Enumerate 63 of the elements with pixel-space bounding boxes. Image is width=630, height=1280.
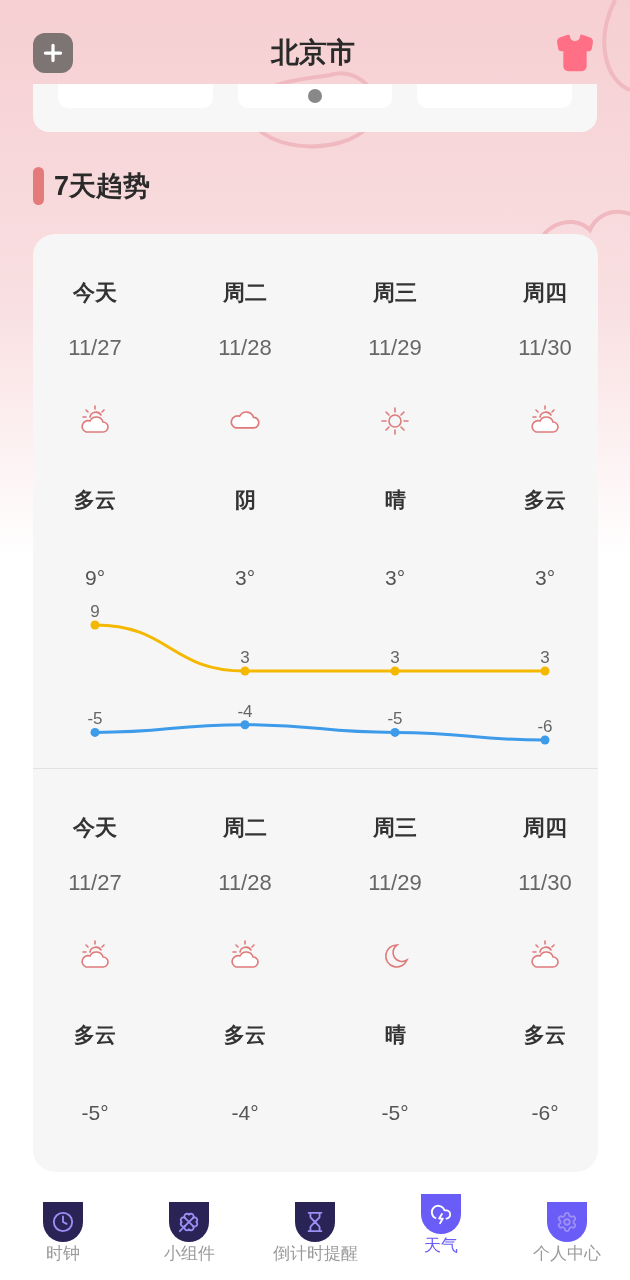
date: 11/27 <box>68 334 122 362</box>
temperature: 3° <box>384 565 406 591</box>
date: 11/30 <box>518 869 572 897</box>
weather-condition: 多云 <box>524 487 566 513</box>
cloud-lightning-icon <box>430 1203 452 1225</box>
nav-tab[interactable]: 个人中心 <box>504 1194 630 1264</box>
weather-condition: 多云 <box>524 1022 566 1048</box>
day-name: 今天 <box>73 279 117 307</box>
date: 11/30 <box>518 334 572 362</box>
section-title: 7天趋势 <box>54 169 151 203</box>
data-point <box>540 666 550 676</box>
temperature: -4° <box>231 1100 259 1126</box>
day-name: 今天 <box>73 814 117 842</box>
weather-condition: 多云 <box>74 487 116 513</box>
data-point <box>390 727 400 737</box>
data-point <box>390 666 400 676</box>
data-point <box>90 620 100 630</box>
temperature: -5° <box>381 1100 409 1126</box>
data-label: -5 <box>387 709 403 729</box>
clock-icon <box>52 1211 74 1233</box>
data-label: -5 <box>87 709 103 729</box>
data-label: 9 <box>90 602 100 621</box>
temperature: -6° <box>531 1100 559 1126</box>
temperature: 9° <box>84 565 106 591</box>
settings-icon <box>556 1211 578 1233</box>
nav-tab[interactable]: 时钟 <box>0 1194 126 1264</box>
data-label: -4 <box>237 701 253 721</box>
temperature: 3° <box>234 565 256 591</box>
date: 11/28 <box>218 869 272 897</box>
add-button[interactable] <box>33 33 73 73</box>
weather-condition: 晴 <box>384 1022 406 1048</box>
data-point <box>90 727 100 737</box>
date: 11/29 <box>368 869 422 897</box>
clover-icon <box>178 1211 200 1233</box>
data-label: -6 <box>537 717 553 737</box>
day-name: 周三 <box>373 814 417 842</box>
nav-tab[interactable]: 倒计时提醒 <box>252 1194 378 1264</box>
data-point <box>540 735 550 745</box>
data-point <box>240 666 250 676</box>
data-point <box>240 720 250 730</box>
nav-tab[interactable]: 小组件 <box>126 1194 252 1264</box>
section-marker <box>33 167 44 205</box>
weather-condition: 阴 <box>234 487 256 513</box>
temperature: -5° <box>81 1100 109 1126</box>
cloud-icon <box>228 410 262 432</box>
day-name: 周四 <box>523 814 567 842</box>
nav-tab[interactable]: 天气 <box>378 1194 504 1264</box>
weather-condition: 晴 <box>384 487 406 513</box>
data-label: 3 <box>540 648 550 667</box>
data-label: 3 <box>240 648 250 667</box>
date: 11/29 <box>368 334 422 362</box>
day-name: 周二 <box>223 279 267 307</box>
weather-condition: 多云 <box>74 1022 116 1048</box>
weather-condition: 多云 <box>224 1022 266 1048</box>
temperature: 3° <box>534 565 556 591</box>
city-title: 北京市 <box>271 36 355 70</box>
data-label: 3 <box>390 648 400 667</box>
shirt-icon <box>555 33 595 73</box>
day-name: 周二 <box>223 814 267 842</box>
day-name: 周三 <box>373 279 417 307</box>
date: 11/28 <box>218 334 272 362</box>
date: 11/27 <box>68 869 122 897</box>
day-name: 周四 <box>523 279 567 307</box>
